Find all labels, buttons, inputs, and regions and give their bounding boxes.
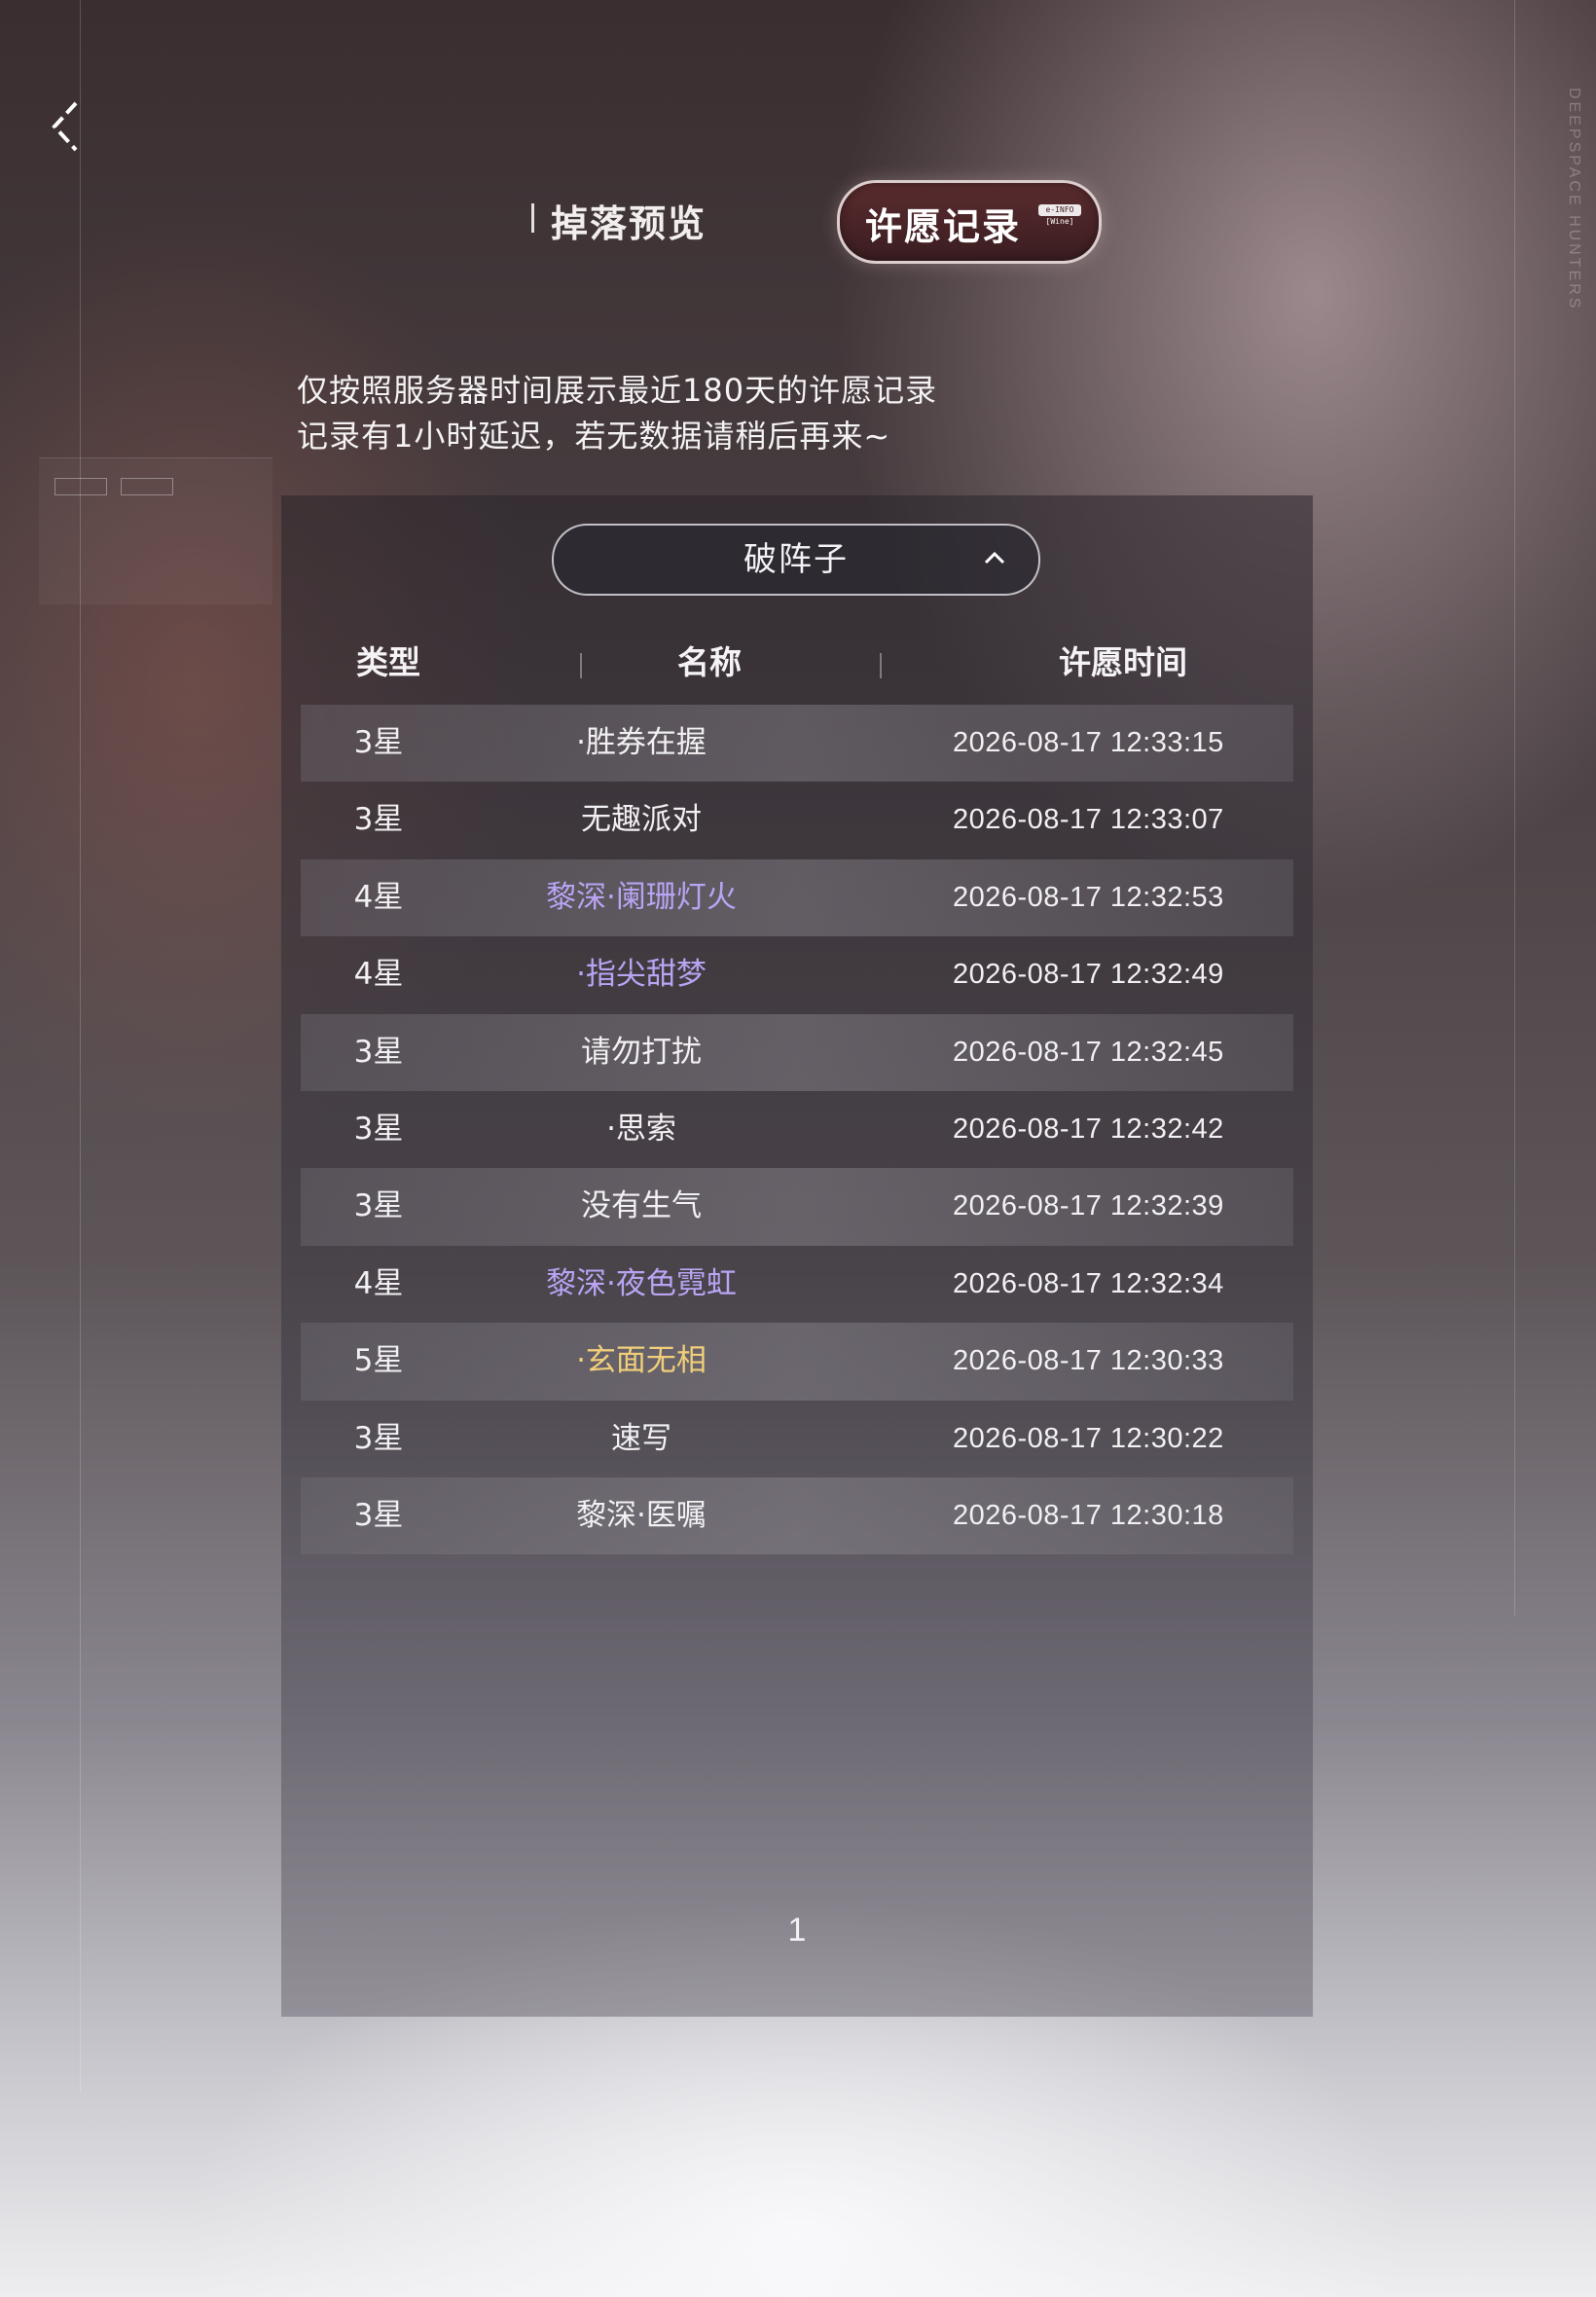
column-header-time: 许愿时间 [1059, 643, 1187, 681]
cell-time: 2026-08-17 12:30:18 [953, 1499, 1224, 1531]
record-table: 3星 ·胜券在握 2026-08-17 12:33:15 3星 无趣派对 202… [301, 705, 1293, 1555]
table-row: 3星 黎深·医嘱 2026-08-17 12:30:18 [301, 1477, 1293, 1555]
tab-wish-record-label: 许愿记录 [865, 204, 1022, 248]
cell-type: 3星 [353, 1420, 404, 1456]
cell-type: 3星 [353, 1188, 404, 1224]
cell-time: 2026-08-17 12:30:33 [953, 1345, 1224, 1377]
pool-dropdown-label: 破阵子 [744, 540, 849, 579]
cell-time: 2026-08-17 12:30:22 [953, 1422, 1224, 1454]
pool-dropdown[interactable]: 破阵子 [552, 524, 1040, 596]
cell-type: 3星 [353, 1497, 404, 1533]
table-row: 3星 速写 2026-08-17 12:30:22 [301, 1401, 1293, 1477]
cell-name: 黎深·夜色霓虹 [546, 1265, 737, 1301]
table-row: 3星 请勿打扰 2026-08-17 12:32:45 [301, 1013, 1293, 1091]
table-row: 3星 ·思索 2026-08-17 12:32:42 [301, 1091, 1293, 1168]
table-row: 5星 ·玄面无相 2026-08-17 12:30:33 [301, 1323, 1293, 1401]
back-button[interactable] [47, 99, 86, 154]
tab-bar: 掉落预览 许愿记录 e-INFO [Wine] [0, 180, 1596, 268]
cell-name: ·玄面无相 [576, 1343, 707, 1379]
cell-time: 2026-08-17 12:32:53 [953, 881, 1224, 913]
table-row: 3星 没有生气 2026-08-17 12:32:39 [301, 1168, 1293, 1246]
cell-name: 黎深·阑珊灯火 [546, 879, 737, 915]
cell-name: ·指尖甜梦 [576, 957, 707, 993]
cell-time: 2026-08-17 12:32:45 [953, 1036, 1224, 1068]
cell-time: 2026-08-17 12:32:39 [953, 1190, 1224, 1222]
page-number[interactable]: 1 [281, 1912, 1313, 1950]
cell-time: 2026-08-17 12:32:49 [953, 959, 1224, 991]
cell-time: 2026-08-17 12:32:34 [953, 1267, 1224, 1299]
table-header: 类型 名称 许愿时间 [281, 634, 1313, 692]
cell-time: 2026-08-17 12:33:07 [953, 804, 1224, 836]
cell-type: 5星 [353, 1343, 404, 1379]
record-panel: 破阵子 类型 名称 许愿时间 3星 ·胜券在握 2026-08-17 12:33… [281, 495, 1313, 2017]
cell-name: 无趣派对 [581, 802, 702, 838]
tab-badge: e-INFO [Wine] [1038, 204, 1081, 232]
cell-type: 4星 [353, 1265, 404, 1301]
tab-drop-preview[interactable]: 掉落预览 [551, 194, 707, 247]
cell-name: ·胜券在握 [576, 725, 707, 760]
chevron-up-icon [984, 551, 1005, 565]
table-row: 3星 无趣派对 2026-08-17 12:33:07 [301, 782, 1293, 858]
chevron-left-icon [52, 101, 78, 152]
table-row: 4星 黎深·阑珊灯火 2026-08-17 12:32:53 [301, 858, 1293, 937]
cell-type: 3星 [353, 725, 404, 760]
decorative-line [80, 0, 81, 2093]
cell-type: 4星 [353, 879, 404, 915]
cell-type: 4星 [353, 957, 404, 993]
cell-name: 黎深·医嘱 [576, 1497, 707, 1533]
cell-name: 没有生气 [581, 1188, 702, 1224]
cell-name: ·思索 [606, 1111, 676, 1147]
notice-line: 仅按照服务器时间展示最近180天的许愿记录 [297, 372, 938, 409]
table-row: 4星 ·指尖甜梦 2026-08-17 12:32:49 [301, 936, 1293, 1013]
table-row: 4星 黎深·夜色霓虹 2026-08-17 12:32:34 [301, 1246, 1293, 1323]
cell-name: 请勿打扰 [581, 1034, 702, 1070]
notice-text: 仅按照服务器时间展示最近180天的许愿记录 记录有1小时延迟，若无数据请稍后再来… [297, 368, 937, 459]
cell-time: 2026-08-17 12:33:15 [953, 727, 1224, 758]
tab-wish-record[interactable]: 许愿记录 e-INFO [Wine] [837, 180, 1102, 264]
notice-line: 记录有1小时延迟，若无数据请稍后再来~ [297, 418, 891, 455]
table-row: 3星 ·胜券在握 2026-08-17 12:33:15 [301, 705, 1293, 783]
column-header-type: 类型 [356, 643, 420, 681]
tab-indicator-mark [531, 203, 534, 233]
column-header-name: 名称 [677, 643, 742, 681]
cell-time: 2026-08-17 12:32:42 [953, 1112, 1224, 1145]
cell-type: 3星 [353, 1034, 404, 1070]
column-divider [880, 653, 882, 678]
cell-type: 3星 [353, 1111, 404, 1147]
decorative-panel [39, 457, 272, 604]
cell-name: 速写 [611, 1420, 671, 1456]
cell-type: 3星 [353, 802, 404, 838]
